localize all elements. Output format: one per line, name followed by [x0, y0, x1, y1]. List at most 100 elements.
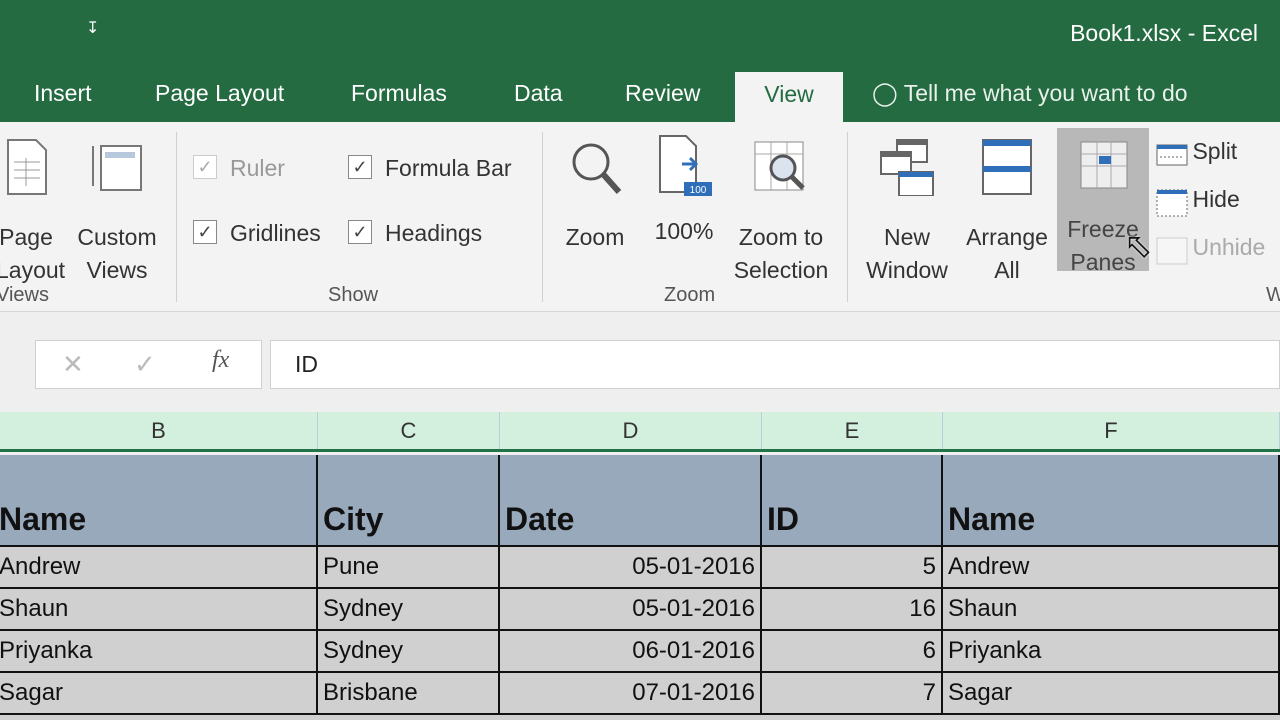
badge: 100 [690, 185, 707, 196]
split-button[interactable]: Split [1156, 138, 1276, 168]
label: Custom [77, 224, 157, 250]
label: Page [0, 224, 53, 250]
page-layout-icon [7, 139, 47, 195]
label: New [883, 224, 930, 250]
label: Unhide [1192, 234, 1266, 260]
label: Layout [0, 257, 66, 283]
new-window-button[interactable]: New Window [858, 138, 956, 287]
label: Split [1192, 138, 1238, 164]
enter-check-icon[interactable]: ✓ [134, 349, 156, 380]
header-cell[interactable]: Name [943, 455, 1280, 547]
arrange-all-button[interactable]: Arrange All [960, 138, 1054, 287]
divider [176, 132, 177, 302]
table-cell[interactable]: 06-01-2016 [500, 631, 762, 673]
tell-me-text: Tell me what you want to do [903, 80, 1188, 106]
label: Selection [733, 257, 829, 283]
formula-input[interactable]: ID [270, 340, 1280, 389]
table-cell[interactable]: 5 [762, 547, 943, 589]
zoom-100-icon: 100 [659, 135, 712, 196]
label: All [994, 257, 1020, 283]
tab-page-layout[interactable]: Page Layout [155, 80, 284, 107]
zoom-100-button[interactable]: 100 100% [648, 134, 720, 248]
table-cell[interactable]: 16 [762, 589, 943, 631]
table-cell[interactable]: 07-01-2016 [500, 673, 762, 715]
table-cell[interactable]: Shaun [0, 589, 318, 631]
show-group-label: Show [328, 284, 379, 306]
tab-data[interactable]: Data [514, 80, 563, 107]
tab-view[interactable]: View [735, 72, 843, 124]
table-cell[interactable]: Sydney [318, 631, 500, 673]
title-bar: ↧ Book1.xlsx - Excel Insert Page Layout … [0, 0, 1280, 124]
label: Hide [1192, 186, 1240, 212]
magnifier-icon [572, 143, 622, 194]
header-cell[interactable]: Date [500, 455, 762, 547]
table-cell[interactable]: 05-01-2016 [500, 589, 762, 631]
page-layout-view-button[interactable]: Page Layout [0, 138, 66, 287]
unhide-button[interactable]: Unhide [1156, 234, 1280, 266]
table-cell[interactable]: Sagar [0, 673, 318, 715]
worksheet-grid: Name City Date ID Name Andrew Pune 05-01-2016 5 A… [0, 455, 1280, 720]
tab-insert[interactable]: Insert [34, 80, 92, 107]
tab-formulas[interactable]: Formulas [351, 80, 447, 107]
custom-views-button[interactable]: Custom Views [72, 138, 162, 287]
header-cell[interactable]: ID [762, 455, 943, 547]
arrange-all-icon [982, 139, 1032, 195]
formula-bar-checkbox[interactable]: ✓ [348, 155, 372, 179]
column-header-e[interactable]: E [762, 412, 943, 449]
ruler-label: Ruler [230, 155, 285, 181]
tell-me-search[interactable]: ◯ Tell me what you want to do [872, 80, 1188, 107]
label: Window [866, 257, 948, 283]
column-header-f[interactable]: F [943, 412, 1280, 449]
formula-buttons: ✕ ✓ fx [35, 340, 262, 389]
gridlines-checkbox[interactable]: ✓ [193, 220, 217, 244]
table-cell[interactable]: Andrew [0, 547, 318, 589]
window-title: Book1.xlsx - Excel [1070, 20, 1258, 46]
column-header-d[interactable]: D [500, 412, 762, 449]
label: Views [86, 257, 148, 283]
label: 100% [654, 218, 714, 244]
ruler-checkbox[interactable]: ✓ [193, 155, 217, 179]
zoom-selection-icon [754, 141, 805, 191]
table-cell[interactable]: Priyanka [0, 631, 318, 673]
header-cell[interactable]: Name [0, 455, 318, 547]
column-header-c[interactable]: C [318, 412, 500, 449]
insert-function-icon[interactable]: fx [212, 347, 229, 374]
gridlines-label: Gridlines [230, 220, 321, 246]
label: Zoom [565, 224, 625, 250]
formula-bar-label: Formula Bar [385, 155, 512, 181]
customize-qat-icon[interactable]: ↧ [86, 18, 99, 38]
label: Arrange [966, 224, 1048, 250]
table-cell[interactable]: Pune [318, 547, 500, 589]
header-cell[interactable]: City [318, 455, 500, 547]
headings-checkbox[interactable]: ✓ [348, 220, 372, 244]
divider [542, 132, 543, 302]
zoom-button[interactable]: Zoom [556, 138, 634, 254]
table-cell[interactable]: Priyanka [943, 631, 1280, 673]
unhide-icon [1156, 237, 1188, 265]
window-group-label: W [1266, 284, 1280, 306]
table-cell[interactable]: 05-01-2016 [500, 547, 762, 589]
views-group-label: Views [0, 284, 49, 306]
freeze-panes-icon [1080, 141, 1128, 189]
table-cell[interactable]: 7 [762, 673, 943, 715]
table-cell[interactable]: Brisbane [318, 673, 500, 715]
zoom-group-label: Zoom [664, 284, 716, 306]
table-cell[interactable]: Andrew [943, 547, 1280, 589]
lightbulb-icon: ◯ [872, 80, 898, 106]
hide-icon [1156, 189, 1188, 217]
divider [847, 132, 848, 302]
tab-review[interactable]: Review [625, 80, 700, 107]
column-headers: B C D E F [0, 412, 1280, 452]
table-cell[interactable]: Sagar [943, 673, 1280, 715]
table-cell[interactable]: 6 [762, 631, 943, 673]
label: Zoom to [738, 224, 824, 250]
zoom-to-selection-button[interactable]: Zoom to Selection [728, 138, 834, 287]
table-cell[interactable]: Sydney [318, 589, 500, 631]
table-cell[interactable]: Shaun [943, 589, 1280, 631]
custom-views-icon [92, 145, 142, 191]
cancel-icon[interactable]: ✕ [62, 349, 84, 380]
new-window-icon [880, 139, 934, 197]
column-header-b[interactable]: B [0, 412, 318, 449]
mouse-cursor-icon: ⬁ [1124, 227, 1153, 265]
hide-button[interactable]: Hide [1156, 186, 1276, 218]
